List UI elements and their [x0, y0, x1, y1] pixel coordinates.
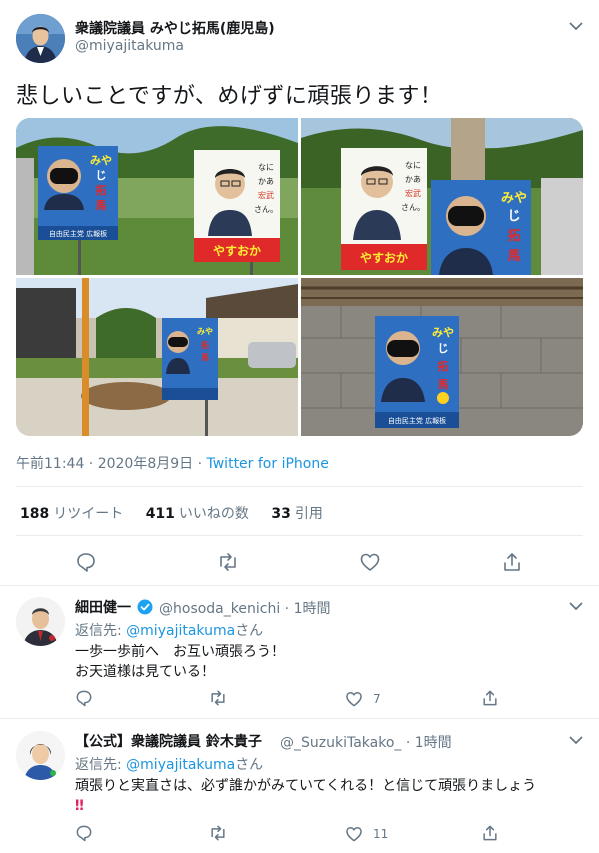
reply-author-handle: @hosoda_kenichi · 1時間	[159, 598, 330, 618]
reply-icon[interactable]	[74, 823, 94, 843]
reply-to-line: 返信先: @miyajitakumaさん	[75, 620, 263, 640]
reply-text-line: ‼	[75, 798, 84, 814]
svg-text:馬: 馬	[201, 353, 209, 362]
svg-text:馬: 馬	[507, 249, 520, 264]
svg-text:さん。: さん。	[401, 203, 425, 212]
tweet-stats: 188 リツイート 411 いいねの数 33 引用	[20, 503, 341, 523]
retweet-icon[interactable]	[208, 823, 228, 843]
like-icon[interactable]	[344, 689, 364, 709]
svg-text:じ: じ	[507, 209, 520, 224]
svg-text:拓: 拓	[438, 359, 449, 373]
reply-handle-text[interactable]: @hosoda_kenichi	[159, 601, 280, 617]
reply-to-suffix: さん	[235, 757, 264, 773]
svg-text:みや: みや	[432, 326, 454, 339]
svg-text:馬: 馬	[96, 199, 107, 212]
like-label: いいねの数	[178, 506, 249, 522]
svg-text:じ: じ	[438, 342, 449, 355]
chevron-down-icon[interactable]	[566, 732, 586, 748]
reply-text-line: 頑張りと実直さは、必ず誰かがみていてくれる！と信じて頑張りましょう	[75, 778, 537, 794]
svg-text:じ: じ	[96, 169, 107, 182]
like-count: 411	[145, 506, 175, 522]
author-handle[interactable]: @miyajitakuma	[75, 38, 184, 54]
retweet-label: リツイート	[53, 506, 124, 522]
like-icon[interactable]	[344, 824, 364, 844]
quote-label: 引用	[294, 506, 323, 522]
svg-text:かあ: かあ	[258, 177, 274, 186]
photo-1[interactable]: みや じ 拓 馬 自由民主党 広報板 なに かあ 宏武 さん。 やすおか	[16, 118, 298, 275]
reply-time[interactable]: · 1時間	[285, 601, 331, 617]
reply-to-mention[interactable]: @miyajitakuma	[126, 623, 235, 639]
retweet-icon[interactable]	[208, 688, 228, 708]
tweet-timestamp[interactable]: 午前11:44 · 2020年8月9日	[16, 456, 193, 472]
chevron-down-icon[interactable]	[566, 18, 586, 34]
author-display-name[interactable]: 衆議院議員 みやじ拓馬(鹿児島)	[75, 18, 275, 38]
svg-text:かあ: かあ	[405, 175, 421, 184]
photo-4[interactable]: みや じ 拓 馬 自由民主党 広報板	[301, 278, 583, 436]
quote-count: 33	[271, 506, 291, 522]
reply-like-count: 7	[373, 692, 381, 706]
svg-text:さん。: さん。	[254, 205, 278, 214]
svg-text:やすおか: やすおか	[213, 244, 261, 258]
reply-text: 頑張りと実直さは、必ず誰かがみていてくれる！と信じて頑張りましょう ‼	[75, 776, 536, 816]
photo-grid: みや じ 拓 馬 自由民主党 広報板 なに かあ 宏武 さん。 やすおか なに …	[16, 118, 583, 436]
svg-text:なに: なに	[405, 161, 421, 170]
reply-text: 一歩一歩前へ お互い頑張ろう！ お天道様は見ている！	[75, 642, 285, 682]
tweet-text: 悲しいことですが、めげずに頑張ります！	[16, 84, 443, 109]
reply-icon[interactable]	[74, 688, 94, 708]
svg-text:馬: 馬	[438, 378, 449, 391]
svg-text:拓: 拓	[507, 228, 520, 244]
author-avatar[interactable]	[16, 14, 65, 63]
divider	[16, 535, 583, 536]
svg-text:拓: 拓	[201, 340, 209, 350]
retweet-count: 188	[20, 506, 50, 522]
verified-badge-icon	[137, 599, 153, 615]
svg-text:やすおか: やすおか	[360, 251, 408, 265]
divider	[0, 718, 599, 719]
reply-avatar[interactable]	[16, 597, 65, 646]
divider	[0, 585, 599, 586]
photo-2[interactable]: なに かあ 宏武 さん。 やすおか みや じ 拓 馬	[301, 118, 583, 275]
reply-text-line: お天道様は見ている！	[75, 664, 215, 680]
retweet-icon[interactable]	[216, 550, 240, 574]
reply-time[interactable]: · 1時間	[406, 735, 452, 751]
share-icon[interactable]	[480, 823, 500, 843]
reply-icon[interactable]	[74, 550, 98, 574]
photo-3[interactable]: みや 拓 馬	[16, 278, 298, 436]
divider	[16, 486, 583, 487]
share-icon[interactable]	[500, 550, 524, 574]
like-stat[interactable]: 411 いいねの数	[146, 506, 267, 522]
like-icon[interactable]	[358, 550, 382, 574]
reply-to-mention[interactable]: @miyajitakuma	[126, 757, 235, 773]
svg-text:宏武: 宏武	[258, 190, 274, 200]
retweet-stat[interactable]: 188 リツイート	[20, 506, 141, 522]
svg-text:自由民主党 広報板: 自由民主党 広報板	[49, 229, 107, 238]
svg-text:拓: 拓	[96, 183, 107, 197]
tweet-meta: 午前11:44 · 2020年8月9日 · Twitter for iPhone	[16, 453, 329, 473]
reply-to-prefix: 返信先:	[75, 623, 127, 639]
meta-separator: ·	[193, 456, 207, 472]
reply-avatar[interactable]	[16, 731, 65, 780]
svg-text:みや: みや	[90, 154, 112, 167]
chevron-down-icon[interactable]	[566, 598, 586, 614]
reply-text-line: 一歩一歩前へ お互い頑張ろう！	[75, 644, 285, 660]
share-icon[interactable]	[480, 688, 500, 708]
reply-to-line: 返信先: @miyajitakumaさん	[75, 754, 263, 774]
reply-to-prefix: 返信先:	[75, 757, 127, 773]
tweet-source-link[interactable]: Twitter for iPhone	[207, 456, 329, 472]
svg-text:みや: みや	[501, 191, 527, 206]
reply-author-handle: @_SuzukiTakako_ · 1時間	[280, 732, 452, 752]
quote-stat[interactable]: 33 引用	[271, 506, 340, 522]
reply-author-name[interactable]: 【公式】衆議院議員 鈴木貴子	[75, 731, 262, 751]
svg-text:みや: みや	[197, 326, 213, 336]
reply-handle-text[interactable]: @_SuzukiTakako_	[280, 735, 401, 751]
main-tweet: 衆議院議員 みやじ拓馬(鹿児島) @miyajitakuma 悲しいことですが、…	[0, 0, 599, 585]
svg-text:なに: なに	[258, 163, 274, 172]
svg-text:自由民主党 広報板: 自由民主党 広報板	[388, 416, 446, 425]
svg-text:宏武: 宏武	[405, 188, 421, 198]
reply-to-suffix: さん	[235, 623, 264, 639]
reply-author-name[interactable]: 細田健一	[75, 597, 131, 617]
reply-like-count: 11	[373, 827, 389, 841]
